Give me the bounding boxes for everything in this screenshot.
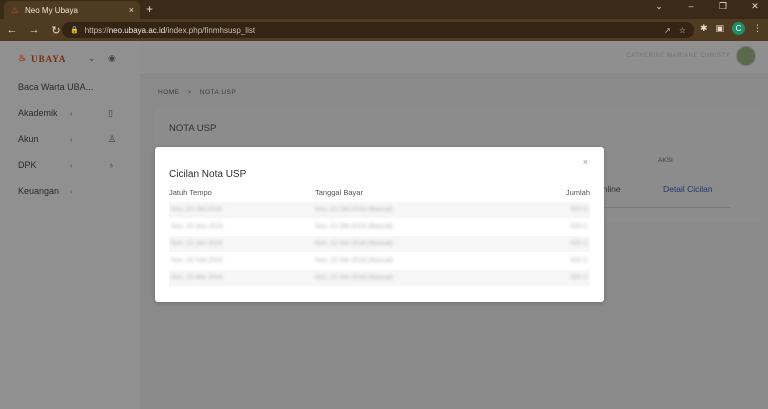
sidebar: ♨ UBAYA ⌄ ◉ Baca Warta UBA... Akademik ‹… — [0, 41, 140, 409]
sidebar-item-label: DPK — [18, 160, 37, 170]
table-row: Sen, 15 Feb 2019 Sen, 22 Okt 2018 (Manua… — [169, 253, 590, 269]
profile-avatar[interactable]: C — [732, 22, 745, 35]
amount: 500 C — [570, 257, 588, 264]
due-date: Sen, 15 Mar 2019 — [171, 274, 223, 281]
breadcrumb-separator-icon: > — [187, 89, 192, 96]
forward-icon[interactable]: → — [24, 24, 44, 36]
due-date: Sen, 15 Feb 2019 — [171, 257, 223, 264]
extensions-icon[interactable]: ✱ — [700, 23, 708, 34]
window-controls: ⌄ – ❐ ✕ — [652, 1, 762, 12]
chevron-left-icon: ‹ — [70, 160, 73, 170]
header-tanggal-bayar: Tanggal Bayar — [315, 188, 363, 197]
ubaya-favicon-icon: ♨ — [10, 4, 20, 15]
menu-kebab-icon[interactable]: ⋮ — [753, 23, 762, 34]
amount: 500 C — [570, 206, 588, 213]
tab-title: Neo My Ubaya — [25, 5, 78, 15]
chevron-left-icon: ‹ — [70, 108, 73, 118]
sidebar-item-keuangan[interactable]: Keuangan ‹ — [18, 184, 128, 198]
url-path: /index.php/finmhsusp_list — [165, 25, 256, 35]
sidebar-item-akademik[interactable]: Akademik ‹ ▯ — [18, 106, 128, 120]
header-jatuh-tempo: Jatuh Tempo — [169, 188, 212, 197]
logo-text: UBAYA — [31, 53, 67, 64]
due-date: Sen, 15 Des 2018 — [171, 223, 224, 230]
target-icon[interactable]: ◉ — [108, 53, 116, 64]
bookmark-star-icon[interactable]: ☆ — [679, 26, 686, 35]
url-scheme: https:// — [84, 25, 109, 35]
award-icon: ♁ — [108, 160, 115, 170]
amount: 500 C — [570, 223, 588, 230]
card-title: NOTA USP — [169, 123, 217, 134]
back-icon[interactable]: ← — [2, 24, 22, 36]
paid-date: Sen, 22 Okt 2018 (Manual) — [315, 206, 394, 213]
share-icon[interactable]: ↗ — [664, 26, 671, 35]
user-avatar[interactable] — [736, 46, 756, 66]
paid-date: Sen, 22 Okt 2018 (Manual) — [315, 274, 394, 281]
address-bar[interactable]: 🔒 https:// neo.ubaya.ac.id /index.php/fi… — [62, 22, 694, 38]
browser-tab-bar: ♨ Neo My Ubaya × + ⌄ – ❐ ✕ — [0, 0, 768, 19]
sidebar-item-label: Akademik — [18, 108, 58, 118]
url-host: neo.ubaya.ac.id — [108, 25, 166, 35]
breadcrumb-current: NOTA USP — [199, 89, 237, 96]
side-panel-icon[interactable]: ▣ — [715, 23, 724, 34]
browser-toolbar: ← → ↻ 🔒 https:// neo.ubaya.ac.id /index.… — [0, 19, 768, 41]
restore-icon[interactable]: ❐ — [716, 1, 730, 12]
amount: 500 C — [570, 274, 588, 281]
modal-title: Cicilan Nota USP — [169, 169, 247, 180]
sidebar-item-dpk[interactable]: DPK ‹ ♁ — [18, 158, 128, 172]
paid-date: Sen, 22 Okt 2018 (Manual) — [315, 223, 394, 230]
sidebar-item-baca-warta[interactable]: Baca Warta UBA... — [18, 80, 128, 94]
close-icon[interactable]: × — [583, 157, 588, 167]
table-row: Sen, 15 Jan 2019 Sen, 22 Okt 2018 (Manua… — [169, 236, 590, 252]
new-tab-button[interactable]: + — [146, 2, 153, 16]
tab-close-icon[interactable]: × — [129, 5, 134, 15]
sidebar-item-label: Akun — [18, 134, 39, 144]
row-divider — [595, 207, 730, 208]
lock-icon[interactable]: 🔒 — [70, 26, 79, 34]
detail-cicilan-link[interactable]: Detail Cicilan — [663, 184, 713, 194]
book-icon: ▯ — [108, 107, 113, 118]
due-date: Sen, 15 Jan 2019 — [171, 240, 222, 247]
table-row: Sen, 15 Des 2018 Sen, 22 Okt 2018 (Manua… — [169, 219, 590, 235]
chevron-left-icon: ‹ — [70, 186, 73, 196]
user-name[interactable]: CATHERINE MARIANE CHRISTY — [626, 53, 730, 59]
chevron-left-icon: ‹ — [70, 134, 73, 144]
sidebar-item-label: Baca Warta UBA... — [18, 82, 94, 92]
browser-tab[interactable]: ♨ Neo My Ubaya × — [4, 1, 140, 19]
tab-search-icon[interactable]: ⌄ — [652, 1, 666, 12]
cicilan-modal: × Cicilan Nota USP Jatuh Tempo Tanggal B… — [155, 147, 604, 302]
sidebar-item-akun[interactable]: Akun ‹ ♙ — [18, 132, 128, 146]
user-icon: ♙ — [108, 133, 117, 144]
close-window-icon[interactable]: ✕ — [748, 1, 762, 12]
sidebar-item-label: Keuangan — [18, 186, 60, 196]
breadcrumb-home[interactable]: HOME — [158, 89, 180, 96]
top-header: CATHERINE MARIANE CHRISTY — [140, 41, 768, 73]
ubaya-logo[interactable]: ♨ UBAYA — [18, 53, 66, 64]
amount: 500 C — [570, 240, 588, 247]
header-jumlah: Jumlah — [565, 188, 590, 197]
paid-date: Sen, 22 Okt 2018 (Manual) — [315, 240, 394, 247]
paid-date: Sen, 22 Okt 2018 (Manual) — [315, 257, 394, 264]
column-header-aksi: AKSI — [658, 157, 673, 164]
chevron-down-icon[interactable]: ⌄ — [88, 53, 96, 64]
due-date: Sen, 20 Okt 2018 — [171, 206, 222, 213]
minimize-icon[interactable]: – — [684, 1, 698, 12]
breadcrumb: HOME > NOTA USP — [158, 89, 236, 96]
table-row: Sen, 15 Mar 2019 Sen, 22 Okt 2018 (Manua… — [169, 270, 590, 286]
table-row: Sen, 20 Okt 2018 Sen, 22 Okt 2018 (Manua… — [169, 202, 590, 218]
ubaya-emblem-icon: ♨ — [18, 53, 28, 63]
